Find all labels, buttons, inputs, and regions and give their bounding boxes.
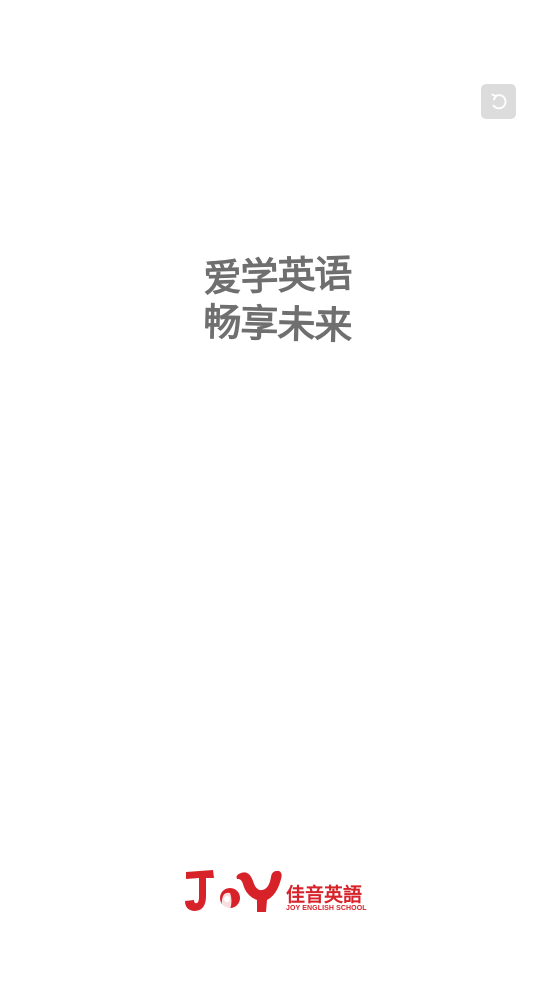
- brand-name-en: JOY ENGLISH SCHOOL: [286, 905, 367, 912]
- slogan-line-2: 畅享未来: [202, 300, 353, 348]
- slogan: 爱学英语 畅享未来: [190, 251, 365, 348]
- refresh-icon: [489, 92, 509, 112]
- brand-name-cn: 佳音英語: [286, 884, 363, 906]
- skip-button[interactable]: [481, 84, 516, 119]
- brand-logo: 佳音英語 JOY ENGLISH SCHOOL: [183, 867, 373, 917]
- slogan-line-1: 爱学英语: [202, 251, 353, 301]
- joy-logo-icon: [185, 870, 282, 912]
